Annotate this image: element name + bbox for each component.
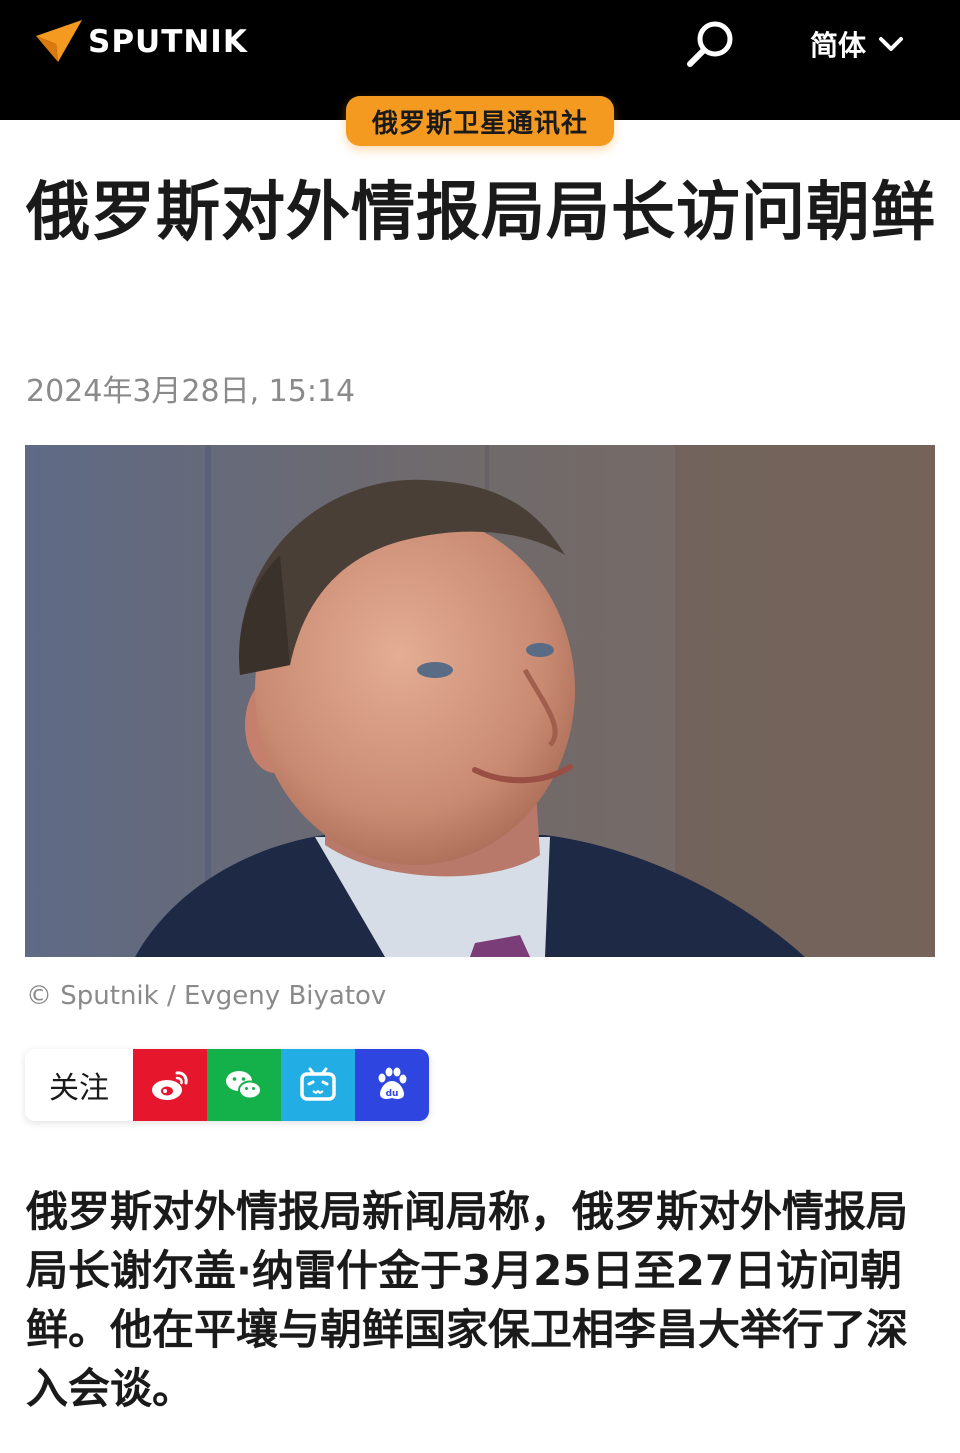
agency-badge[interactable]: 俄罗斯卫星通讯社	[346, 96, 614, 146]
baidu-icon: du	[378, 1067, 407, 1099]
article-date: 2024年3月28日, 15:14	[26, 374, 356, 409]
article-title: 俄罗斯对外情报局局长访问朝鲜	[26, 176, 936, 250]
portrait-image	[25, 445, 935, 957]
follow-label: 关注	[25, 1049, 133, 1121]
sputnik-logo-mark-icon	[36, 20, 82, 62]
brand-name: SPUTNIK	[88, 24, 248, 60]
search-icon	[687, 21, 733, 67]
article-body: 俄罗斯对外情报局新闻局称，俄罗斯对外情报局局长谢尔盖·纳雷什金于3月25日至27…	[26, 1187, 909, 1413]
sputnik-logo[interactable]: SPUTNIK	[34, 20, 248, 64]
agency-badge-label: 俄罗斯卫星通讯社	[371, 108, 588, 139]
baidu-button[interactable]: du	[355, 1049, 429, 1121]
wechat-icon	[226, 1071, 262, 1100]
bilibili-button[interactable]	[281, 1049, 355, 1121]
article-photo	[25, 445, 935, 957]
weibo-icon	[152, 1071, 188, 1100]
weibo-button[interactable]	[133, 1049, 207, 1121]
bilibili-icon	[300, 1067, 336, 1101]
follow-bar: 关注 du	[25, 1049, 429, 1121]
language-label: 简体	[810, 29, 867, 62]
chevron-down-icon	[879, 37, 904, 51]
svg-text:du: du	[386, 1089, 399, 1099]
photo-credit: © Sputnik / Evgeny Biyatov	[26, 981, 387, 1011]
search-button[interactable]	[684, 18, 738, 70]
language-selector[interactable]: 简体	[810, 22, 906, 66]
wechat-button[interactable]	[207, 1049, 281, 1121]
